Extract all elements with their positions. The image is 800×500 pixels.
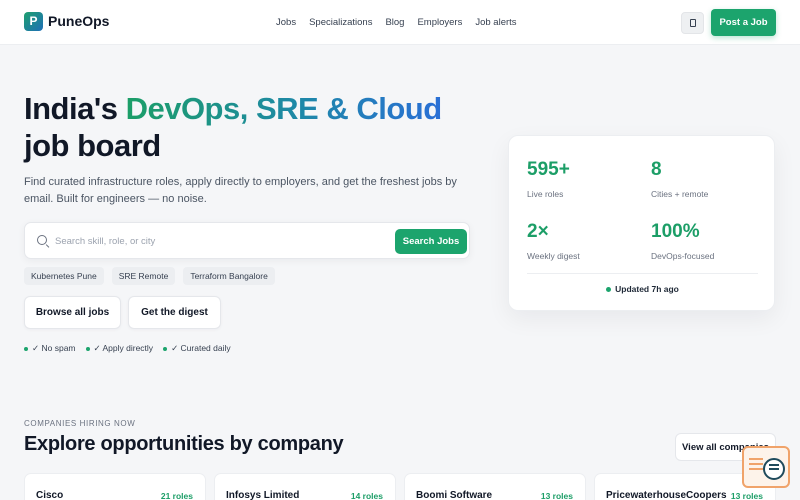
get-digest-button[interactable]: Get the digest (128, 296, 221, 329)
green-dot-icon (85, 346, 90, 351)
stat-value: 2× (527, 221, 549, 242)
company-card-cisco[interactable]: Cisco 21 roles (24, 473, 206, 500)
magnifier-chat-icon (763, 458, 785, 480)
company-name: Boomi Software (416, 490, 493, 500)
stats-divider (527, 273, 758, 274)
company-roles-count: 13 roles (540, 491, 573, 500)
perk-item: ✓ No spam (24, 343, 76, 354)
site-header: P PuneOps Jobs Specializations Blog Empl… (0, 0, 800, 45)
company-card-infosys[interactable]: Infosys Limited 14 roles (214, 473, 396, 500)
stat-live-roles: 595+ Live roles (527, 159, 570, 199)
document-lines-icon (749, 458, 763, 460)
section-kicker: COMPANIES HIRING NOW (24, 419, 136, 428)
green-dot-icon (163, 346, 168, 351)
device-icon (689, 19, 696, 27)
search-input[interactable] (55, 232, 355, 250)
updated-status: Updated 7h ago (509, 284, 776, 294)
live-dot-icon (606, 286, 612, 292)
nav-jobs[interactable]: Jobs (276, 17, 296, 28)
hero-title-part1: India's (24, 91, 126, 126)
company-roles-count: 14 roles (350, 491, 383, 500)
post-job-button[interactable]: Post a Job (711, 9, 776, 36)
stat-value: 100% (651, 221, 700, 242)
company-name: Cisco (36, 490, 64, 500)
hero-subtitle: Find curated infrastructure roles, apply… (24, 176, 457, 205)
stat-label: Live roles (527, 189, 564, 199)
stat-value: 8 (651, 159, 662, 180)
stat-weekly-digest: 2× Weekly digest (527, 221, 580, 261)
stat-cities: 8 Cities + remote (651, 159, 708, 199)
chip-sre-remote[interactable]: SRE Remote (111, 267, 176, 285)
nav-specializations[interactable]: Specializations (309, 17, 372, 28)
logo-icon[interactable]: P (24, 12, 43, 31)
brand-name[interactable]: PuneOps (48, 13, 109, 29)
stat-label: Weekly digest (527, 251, 580, 261)
perks-list: ✓ No spam ✓ Apply directly ✓ Curated dai… (24, 343, 231, 354)
updated-text: Updated 7h ago (615, 284, 679, 294)
nav-job-alerts[interactable]: Job alerts (475, 17, 516, 28)
hero-title: India's DevOps, SRE & Cloud job board (24, 90, 484, 164)
company-name: Infosys Limited (226, 490, 300, 500)
section-title: Explore opportunities by company (24, 433, 344, 455)
company-roles-count: 21 roles (160, 491, 193, 500)
search-icon (37, 235, 47, 245)
browse-all-jobs-button[interactable]: Browse all jobs (24, 296, 121, 329)
stats-card: 595+ Live roles 8 Cities + remote 2× Wee… (508, 135, 775, 311)
theme-toggle-button[interactable] (681, 12, 704, 34)
company-card-boomi[interactable]: Boomi Software 13 roles (404, 473, 586, 500)
stat-value: 595+ (527, 159, 570, 180)
main-nav: Jobs Specializations Blog Employers Job … (276, 17, 517, 28)
nav-employers[interactable]: Employers (417, 17, 462, 28)
perk-label: ✓ Curated daily (171, 343, 231, 353)
green-dot-icon (24, 346, 28, 351)
nav-blog[interactable]: Blog (385, 17, 404, 28)
company-roles-count: 13 roles (730, 491, 763, 500)
perk-label: ✓ Apply directly (93, 343, 154, 353)
stat-devops-focused: 100% DevOps-focused (651, 221, 714, 261)
perk-item: ✓ Apply directly (85, 343, 154, 354)
perk-label: ✓ No spam (32, 343, 76, 353)
hero-title-part2: job board (24, 128, 161, 163)
support-widget-button[interactable] (742, 446, 790, 488)
search-jobs-button[interactable]: Search Jobs (395, 229, 467, 254)
chip-kubernetes-pune[interactable]: Kubernetes Pune (24, 267, 104, 285)
company-name: PricewaterhouseCoopers (606, 490, 727, 500)
quick-search-chips: Kubernetes Pune SRE Remote Terraform Ban… (24, 267, 275, 285)
hero-title-highlight: DevOps, SRE & Cloud (125, 91, 443, 126)
stat-label: DevOps-focused (651, 251, 715, 261)
chip-terraform-bangalore[interactable]: Terraform Bangalore (183, 267, 275, 285)
stat-label: Cities + remote (651, 189, 709, 199)
search-bar: Search Jobs (24, 222, 470, 259)
perk-item: ✓ Curated daily (163, 343, 231, 354)
